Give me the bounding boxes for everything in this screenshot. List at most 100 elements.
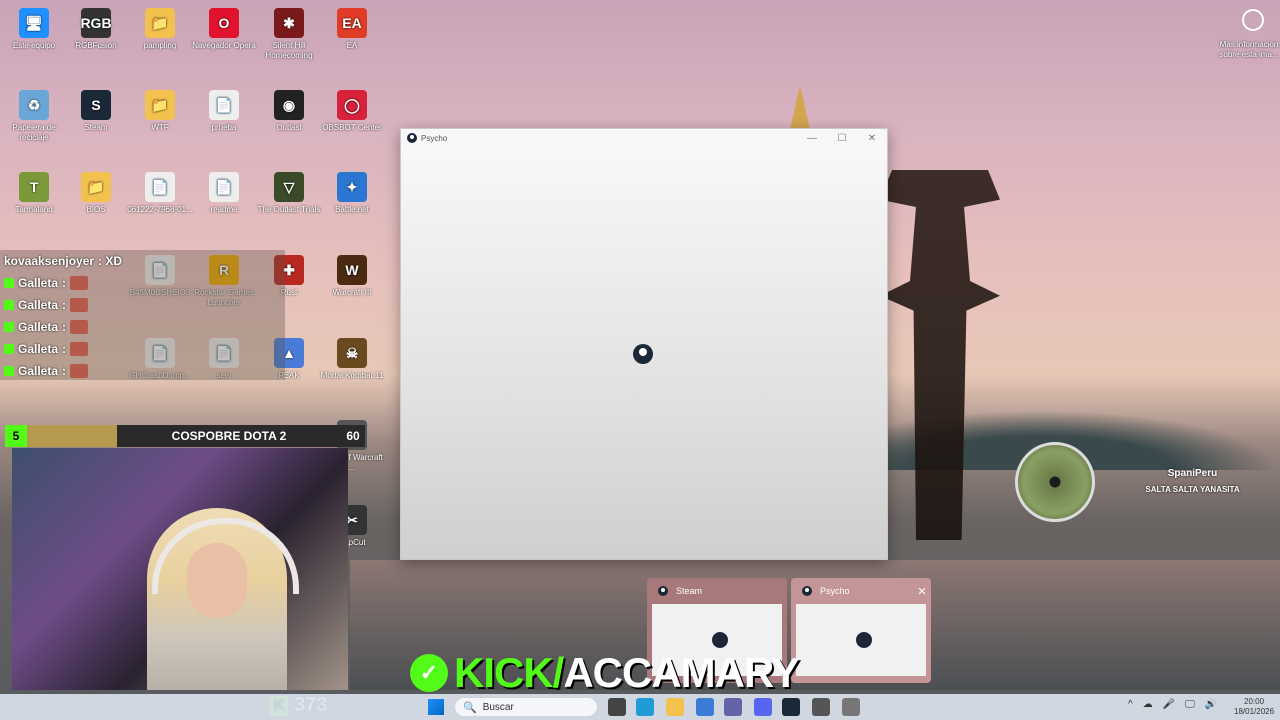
desktop-icon[interactable]: ☠ Mortal Kombat 11 xyxy=(318,338,386,381)
search-input[interactable]: 🔍 Buscar xyxy=(454,697,598,717)
chat-message: Galleta : xyxy=(0,294,285,316)
desktop-icon-label: Steam xyxy=(84,123,108,132)
search-placeholder: Buscar xyxy=(482,701,514,713)
desktop-icon[interactable]: ♻ Papelera de reciclaje xyxy=(0,90,68,143)
task-view-icon[interactable] xyxy=(608,698,626,716)
desktop-icon-label: Silent Hill Homecoming xyxy=(265,41,313,60)
desktop-icon-label: Outlast xyxy=(276,123,302,132)
desktop-icon[interactable]: W Warcraft III xyxy=(318,255,386,298)
app-icon: RGB xyxy=(80,8,112,38)
app-icon: ♻ xyxy=(19,90,49,120)
edge-icon[interactable] xyxy=(636,698,654,716)
obs-icon[interactable] xyxy=(812,698,830,716)
steam-icon xyxy=(712,632,728,648)
desktop-icon-label: Papelera de reciclaje xyxy=(12,123,56,142)
tray-chevron-icon[interactable]: ^ xyxy=(1128,699,1133,710)
wallpaper-spire xyxy=(790,85,810,130)
window-title: Psycho xyxy=(421,133,448,143)
desktop-icon[interactable]: EA EA xyxy=(318,8,386,51)
chat-text: : xyxy=(62,342,67,356)
steam-loading-icon xyxy=(633,344,653,364)
app-icon: ☠ xyxy=(337,338,367,368)
close-button[interactable]: ✕ xyxy=(857,133,887,144)
chat-username: Galleta xyxy=(18,364,59,378)
minimize-button[interactable]: — xyxy=(797,133,827,144)
steam-taskbar-icon[interactable] xyxy=(782,698,800,716)
desktop-icon-label: Battle.net xyxy=(335,205,369,214)
chat-username: Galleta xyxy=(18,298,59,312)
emote-icon xyxy=(70,320,89,334)
teams-icon[interactable] xyxy=(724,698,742,716)
desktop-icon[interactable]: 📁 BIOS xyxy=(62,172,130,215)
kick-banner: ✓ KICK/ACCAMARY xyxy=(410,649,800,696)
emote-icon xyxy=(70,276,89,290)
verified-icon: ✓ xyxy=(410,654,448,692)
app-icon: 🖥 xyxy=(19,8,49,38)
desktop-icon[interactable]: 📄 061222-7968-01... xyxy=(126,172,194,215)
desktop-icon-label: pampling xyxy=(143,41,177,50)
file-explorer-icon[interactable] xyxy=(666,698,684,716)
chat-username: Galleta xyxy=(18,342,59,356)
desktop-icon-label: The Outlast Trials xyxy=(257,205,321,214)
desktop-icon-label: 061222-7968-01... xyxy=(127,205,193,214)
close-icon[interactable]: ✕ xyxy=(913,585,931,598)
taskbar: 🔍 Buscar ^ ☁ 🎤 🖵 🔊 20:00 18/01/2026 xyxy=(0,694,1280,720)
clock[interactable]: 20:00 18/01/2026 xyxy=(1234,697,1274,717)
chat-text: : XD xyxy=(98,254,123,268)
chat-text: : xyxy=(62,320,67,334)
steam-icon xyxy=(658,586,668,596)
settings-icon[interactable] xyxy=(842,698,860,716)
chat-username: Galleta xyxy=(18,320,59,334)
alert-message: SALTA SALTA YANASITA xyxy=(1145,485,1240,494)
onedrive-icon[interactable]: ☁ xyxy=(1143,699,1153,710)
app-icon: T xyxy=(19,172,49,202)
search-icon: 🔍 xyxy=(463,701,477,714)
chat-overlay: kovaaksenjoyer : XD Galleta : Galleta : … xyxy=(0,250,285,380)
desktop-icon[interactable]: 📁 WTF xyxy=(126,90,194,133)
badge-icon xyxy=(4,278,14,288)
desktop-icon[interactable]: T Tarmaland xyxy=(0,172,68,215)
microphone-icon[interactable]: 🎤 xyxy=(1163,699,1175,710)
goal-title: COSPOBRE DOTA 2 xyxy=(171,429,287,443)
taskbar-preview-psycho[interactable]: Psycho ✕ xyxy=(791,578,931,683)
desktop-icon[interactable]: 📄 readme xyxy=(190,172,258,215)
avatar xyxy=(1015,442,1095,522)
desktop-icon[interactable]: ✦ Battle.net xyxy=(318,172,386,215)
maximize-button[interactable]: ☐ xyxy=(827,133,857,144)
desktop-icon-label: prueba xyxy=(211,123,237,132)
emote-icon xyxy=(70,298,89,312)
chat-username: Galleta xyxy=(18,276,59,290)
desktop-icon[interactable]: O Navegador Opera xyxy=(190,8,258,51)
volume-icon[interactable]: 🔊 xyxy=(1205,699,1217,710)
system-tray: ^ ☁ 🎤 🖵 🔊 xyxy=(1128,699,1217,710)
preview-thumbnail xyxy=(796,604,926,676)
camera-icon[interactable] xyxy=(1242,9,1264,31)
start-button[interactable] xyxy=(428,699,444,715)
desktop-icon[interactable]: ▽ The Outlast Trials xyxy=(255,172,323,215)
alert-name: SpaniPeru xyxy=(1167,468,1218,479)
network-icon[interactable]: 🖵 xyxy=(1185,699,1195,710)
discord-icon[interactable] xyxy=(754,698,772,716)
store-icon[interactable] xyxy=(696,698,714,716)
window-titlebar[interactable]: Psycho — ☐ ✕ xyxy=(401,129,887,147)
badge-icon xyxy=(4,300,14,310)
desktop-icon[interactable]: ◉ Outlast xyxy=(255,90,323,133)
desktop-icon[interactable]: ✱ Silent Hill Homecoming xyxy=(255,8,323,61)
psycho-window[interactable]: Psycho — ☐ ✕ xyxy=(400,128,888,560)
desktop-icon-label: Navegador Opera xyxy=(192,41,256,50)
goal-count: 60 xyxy=(346,429,360,443)
chat-username: kovaaksenjoyer xyxy=(4,254,95,268)
desktop-icon[interactable]: S Steam xyxy=(62,90,130,133)
desktop-icon-label: BIOS xyxy=(86,205,106,214)
desktop-icon[interactable]: ◯ OBSBOT Center xyxy=(318,90,386,133)
desktop-icon[interactable]: 🖥 Este equipo xyxy=(0,8,68,51)
desktop-icon[interactable]: 📄 prueba xyxy=(190,90,258,133)
wallpaper-info-link[interactable]: Más información sobre esta ima... xyxy=(1218,40,1280,60)
desktop-icon[interactable]: 📁 pampling xyxy=(126,8,194,51)
chat-message: Galleta : xyxy=(0,338,285,360)
steam-icon xyxy=(856,632,872,648)
desktop-icon[interactable]: RGB RGBFusion xyxy=(62,8,130,51)
app-icon: W xyxy=(337,255,367,285)
badge-icon xyxy=(4,366,14,376)
desktop-icon-label: Tarmaland xyxy=(15,205,53,214)
